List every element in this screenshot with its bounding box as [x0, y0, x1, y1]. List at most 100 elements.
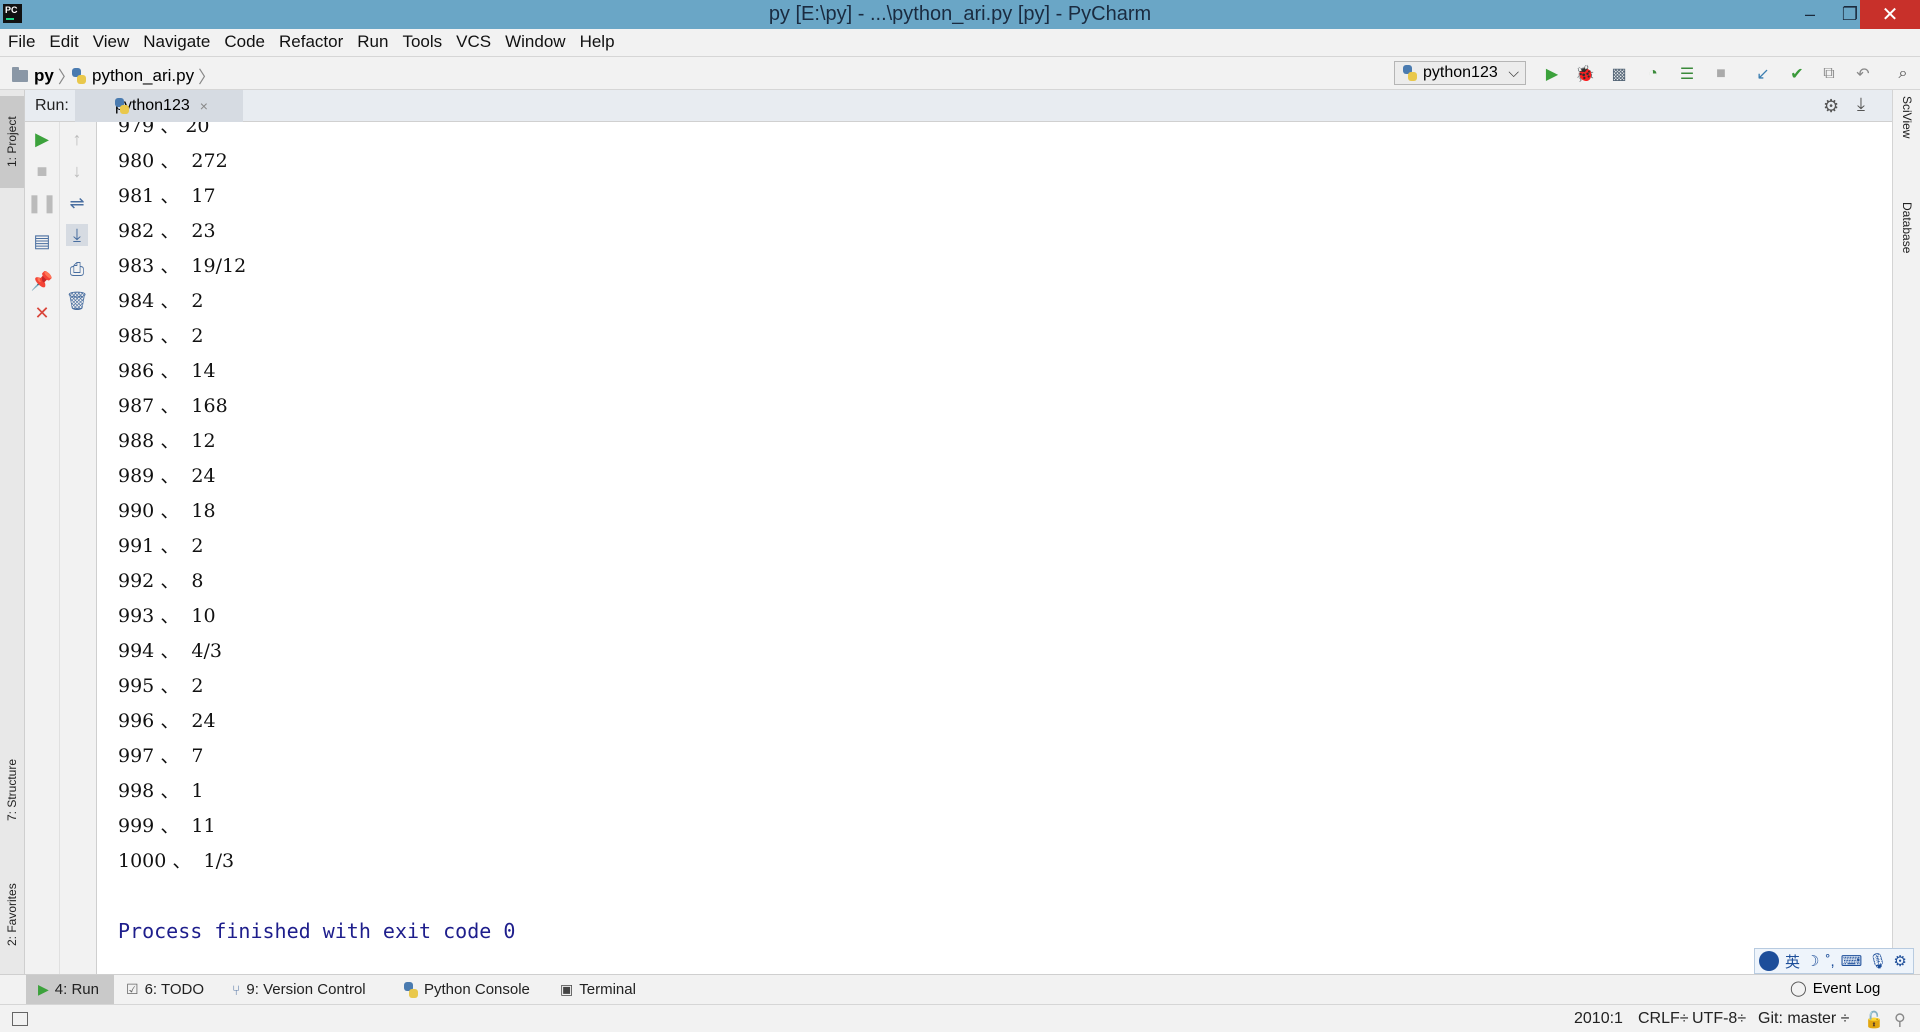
menu-refactor[interactable]: Refactor	[271, 32, 349, 52]
left-tool-strip: 1: Project 7: Structure 2: Favorites	[0, 90, 25, 974]
breadcrumb-file-label: python_ari.py	[92, 65, 195, 85]
breadcrumb-file[interactable]: python_ari.py 〉	[72, 63, 219, 88]
tab-version-control[interactable]: ⑂ 9: Version Control	[232, 975, 366, 1004]
menu-file[interactable]: File	[0, 32, 41, 52]
run-tab-python123[interactable]: python123 ×	[75, 90, 243, 122]
menu-view[interactable]: View	[85, 32, 136, 52]
console-line: 993 、 10	[118, 605, 216, 627]
close-window-button[interactable]: ✕	[1860, 0, 1920, 29]
lock-icon[interactable]: 🔓	[1864, 1010, 1884, 1030]
breadcrumb-project-label: py	[34, 65, 54, 85]
run-toolbar-primary: ▶ ■ ❚❚ ▤ 📌 ✕	[25, 122, 60, 974]
clear-all-icon[interactable]: 🗑	[66, 290, 89, 312]
arrow-up-icon[interactable]: ↑	[66, 128, 88, 150]
console-line: 983 、 19/12	[118, 255, 247, 277]
console-line: 992 、 8	[118, 570, 204, 592]
stop-icon[interactable]: ■	[31, 160, 53, 182]
tab-python-console[interactable]: Python Console	[404, 975, 530, 1004]
run-icon[interactable]: ▶	[1541, 63, 1563, 85]
tab-todo[interactable]: ☑ 6: TODO	[126, 975, 204, 1004]
menu-navigate[interactable]: Navigate	[135, 32, 216, 52]
run-configuration-label: python123	[1423, 64, 1498, 81]
vcs-commit-icon[interactable]: ✔	[1786, 63, 1808, 85]
ime-language-label[interactable]: 英	[1785, 951, 1800, 972]
console-line-partial: 979 、 20	[118, 122, 210, 137]
chevron-down-icon: ⌵	[1508, 64, 1519, 80]
console-line: 1000 、 1/3	[118, 850, 235, 872]
ime-logo-icon	[1759, 951, 1779, 971]
navigation-bar: py 〉 python_ari.py 〉 python123 ⌵ ▶ 🐞 ▩ ◔…	[0, 56, 1920, 90]
tab-structure[interactable]: 7: Structure	[0, 740, 24, 840]
menu-tools[interactable]: Tools	[394, 32, 448, 52]
menu-bar: File Edit View Navigate Code Refactor Ru…	[0, 29, 1920, 55]
run-panel-header: Run: python123 × ⚙ ⤓	[25, 90, 1892, 122]
tab-run[interactable]: ▶ 4: Run	[26, 975, 114, 1004]
menu-edit[interactable]: Edit	[41, 32, 84, 52]
console-output[interactable]: 979 、 20 980 、 272 981 、 17 982 、 23 983…	[97, 122, 1892, 974]
tab-terminal[interactable]: ▣ Terminal	[560, 975, 636, 1004]
restore-layout-icon[interactable]: ▤	[31, 230, 53, 252]
caret-position[interactable]: 2010:1	[1574, 1010, 1623, 1028]
print-icon[interactable]: ⎙	[66, 258, 88, 280]
search-icon[interactable]: ⌕	[1892, 63, 1914, 85]
inspector-icon[interactable]: ⚲	[1894, 1010, 1906, 1030]
menu-window[interactable]: Window	[497, 32, 571, 52]
keyboard-icon[interactable]: ⌨	[1841, 952, 1863, 970]
console-line: 998 、 1	[118, 780, 204, 802]
run-with-coverage-icon[interactable]: ▩	[1608, 63, 1630, 85]
gear-icon[interactable]: ⚙	[1823, 96, 1839, 117]
scroll-to-end-icon[interactable]: ⤓	[66, 224, 88, 246]
vcs-update-icon[interactable]: ↙	[1752, 63, 1774, 85]
run-configuration-select[interactable]: python123 ⌵	[1394, 61, 1526, 85]
concurrency-diagram-icon[interactable]: ☰	[1676, 63, 1698, 85]
moon-icon[interactable]: ☽	[1806, 952, 1819, 970]
punctuation-icon[interactable]: ˚,	[1825, 953, 1834, 970]
tab-favorites[interactable]: 2: Favorites	[0, 860, 24, 970]
ime-toolbar[interactable]: 英 ☽ ˚, ⌨ 🎙 ⚙	[1754, 948, 1914, 974]
console-line: 994 、 4/3	[118, 640, 222, 662]
tab-python-console-label: Python Console	[424, 981, 530, 998]
breadcrumb-separator-icon: 〉	[198, 68, 216, 87]
todo-icon: ☑	[126, 981, 139, 997]
tab-project[interactable]: 1: Project	[0, 96, 24, 188]
revert-icon[interactable]: ↶	[1852, 63, 1874, 85]
pin-tab-icon[interactable]: 📌	[31, 270, 53, 292]
menu-help[interactable]: Help	[572, 32, 621, 52]
run-toolbar-secondary: ↑ ↓ ⇌ ⤓ ⎙ 🗑	[60, 122, 97, 974]
menu-run[interactable]: Run	[349, 32, 394, 52]
soft-wrap-icon[interactable]: ⇌	[66, 192, 88, 214]
tab-sciview[interactable]: SciView	[1895, 96, 1919, 176]
console-line: 989 、 24	[118, 465, 216, 487]
menu-vcs[interactable]: VCS	[448, 32, 497, 52]
toggle-tool-windows-icon[interactable]	[12, 1012, 28, 1026]
tab-database[interactable]: Database	[1895, 202, 1919, 302]
console-line: 988 、 12	[118, 430, 216, 452]
tab-todo-label: 6: TODO	[144, 981, 205, 998]
debug-icon[interactable]: 🐞	[1574, 63, 1596, 85]
line-separator[interactable]: CRLF÷	[1638, 1010, 1689, 1028]
settings-icon[interactable]: ⚙	[1893, 952, 1906, 970]
breadcrumb-project[interactable]: py 〉	[12, 63, 79, 88]
microphone-icon[interactable]: 🎙	[1868, 952, 1887, 970]
hide-panel-icon[interactable]: ⤓	[1857, 94, 1865, 115]
close-tab-icon[interactable]: ×	[200, 98, 208, 114]
git-branch[interactable]: Git: master ÷	[1758, 1010, 1849, 1028]
console-line: 985 、 2	[118, 325, 204, 347]
console-line: 997 、 7	[118, 745, 204, 767]
profile-icon[interactable]: ◔	[1642, 63, 1664, 85]
tab-terminal-label: Terminal	[579, 981, 636, 998]
stop-icon[interactable]: ■	[1710, 63, 1732, 85]
process-finished-message: Process finished with exit code 0	[118, 919, 516, 943]
console-line: 986 、 14	[118, 360, 216, 382]
rerun-icon[interactable]: ▶	[31, 128, 53, 150]
event-log-button[interactable]: ◯ Event Log	[1790, 979, 1880, 998]
file-encoding[interactable]: UTF-8÷	[1692, 1010, 1746, 1028]
console-line: 987 、 168	[118, 395, 228, 417]
pause-icon[interactable]: ❚❚	[27, 192, 57, 214]
arrow-down-icon[interactable]: ↓	[66, 160, 88, 182]
menu-code[interactable]: Code	[216, 32, 271, 52]
close-icon[interactable]: ✕	[31, 302, 53, 324]
folder-icon	[12, 66, 28, 82]
compare-icon[interactable]: ⧉	[1818, 63, 1840, 85]
minimize-button[interactable]: –	[1790, 0, 1830, 29]
